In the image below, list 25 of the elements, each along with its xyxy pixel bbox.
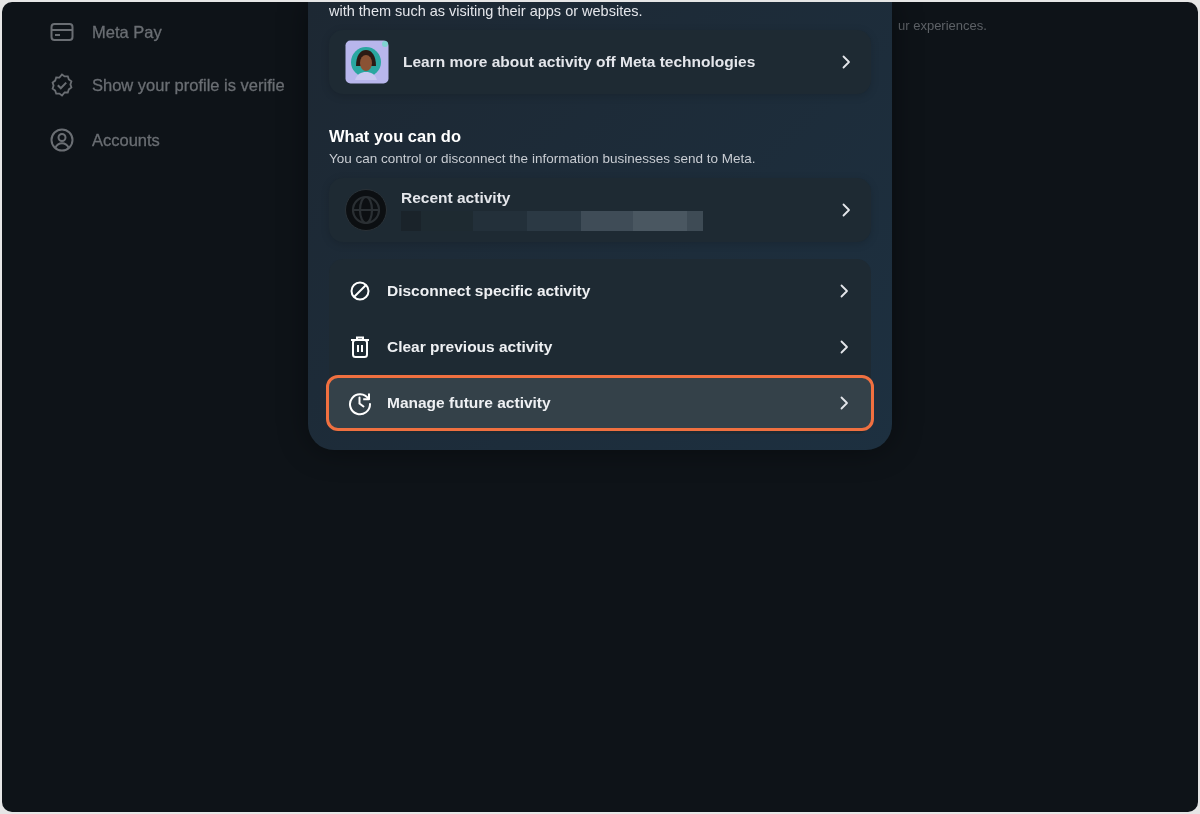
chevron-icon [842, 203, 851, 217]
learn-more-button[interactable]: Learn more about activity off Meta technologies [329, 30, 871, 94]
chevron-icon [840, 284, 849, 298]
sidebar-item[interactable]: Accounts [92, 130, 160, 150]
sidebar-item[interactable]: Meta Pay [92, 22, 162, 42]
verified-badge-icon [50, 73, 74, 97]
action-row[interactable]: Manage future activity [326, 375, 874, 431]
avatar-icon [345, 40, 389, 84]
recent-activity-button[interactable]: Recent activity [329, 178, 871, 242]
blocked-icon [349, 280, 371, 302]
intro-text: with them such as visiting their apps or websites. [329, 2, 644, 20]
sidebar-item[interactable]: Show your profile is verifie [92, 75, 285, 95]
person-icon [50, 128, 74, 152]
card-icon [50, 22, 74, 42]
trash-icon [349, 335, 371, 359]
chevron-icon [842, 55, 851, 69]
globe-icon [345, 189, 387, 231]
chevron-icon [840, 340, 849, 354]
background-text: ur experiences. [898, 18, 987, 33]
section-heading: What you can do [329, 127, 462, 146]
clock-refresh-icon [347, 390, 373, 416]
chevron-icon [840, 396, 849, 410]
section-subtitle: You can control or disconnect the information businesses send to Meta. [329, 151, 757, 166]
action-row[interactable]: Disconnect specific activity [326, 263, 874, 319]
action-row[interactable]: Clear previous activity [326, 319, 874, 375]
